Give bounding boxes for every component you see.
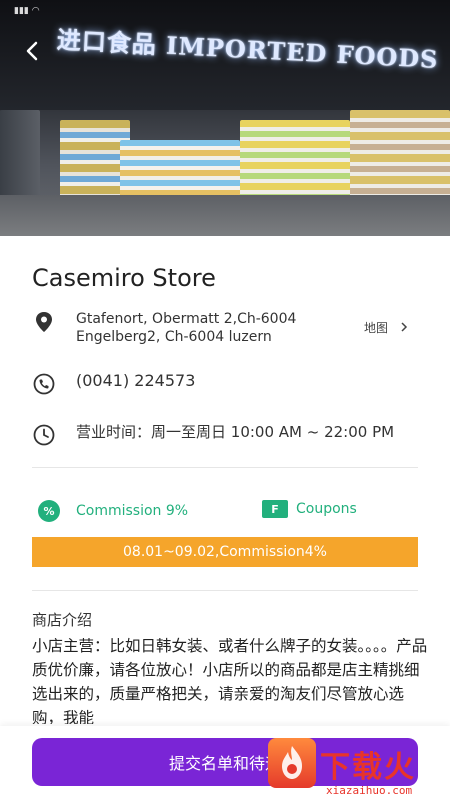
status-bar: ▮▮▮ ◠ [14,6,40,16]
phone-icon [32,372,56,396]
back-button[interactable] [20,38,46,64]
watermark-brand: 下载火 [320,750,416,785]
location-pin-icon [32,310,56,334]
address-line-2: Engelberg2, Ch-6004 luzern [76,329,272,345]
percent-icon: % [38,500,60,522]
store-hero-image: 进口食品 IMPORTED FOODS ▮▮▮ ◠ [0,0,450,236]
coupons-tag[interactable]: F Coupons [262,500,357,518]
address-row: Gtafenort, Obermatt 2,Ch-6004 Engelberg2… [32,310,336,346]
watermark-url: xiazaihuo.com [326,784,413,797]
store-address: Gtafenort, Obermatt 2,Ch-6004 Engelberg2… [76,310,336,346]
promo-text: 08.01~09.02,Commission4% [123,544,327,560]
commission-label: Commission 9% [76,503,189,519]
coupons-label: Coupons [296,501,357,517]
chevron-left-icon [26,41,38,61]
map-link-label: 地图 [364,321,389,335]
watermark-logo: 下载火 xiazaihuo.com [268,738,450,800]
hours-row: 营业时间：周一至周日 10:00 AM ~ 22:00 PM [32,423,394,447]
shelf-4 [350,110,450,200]
submit-label: 提交名单和待遇 [168,754,281,773]
divider [32,467,418,468]
commission-tag: % Commission 9% [38,500,188,522]
promo-banner: 08.01~09.02,Commission4% [32,537,418,567]
flame-logo-icon [268,738,316,788]
intro-heading: 商店介绍 [32,611,93,629]
phone-row[interactable]: (0041) 224573 [32,372,195,396]
coupon-icon: F [262,500,288,518]
shelf-3 [240,120,350,200]
address-line-1: Gtafenort, Obermatt 2,Ch-6004 [76,311,297,327]
hero-floor [0,195,450,236]
store-phone: (0041) 224573 [76,371,196,390]
store-hours: 营业时间：周一至周日 10:00 AM ~ 22:00 PM [76,423,395,441]
store-name: Casemiro Store [32,264,216,292]
chevron-right-icon [401,322,407,332]
intro-text: 小店主营：比如日韩女装、或者什么牌子的女装。。。。产品质优价廉，请各位放心！小店… [32,637,428,724]
divider [32,590,418,591]
clock-icon [32,423,56,447]
map-link[interactable]: 地图 [364,319,410,336]
